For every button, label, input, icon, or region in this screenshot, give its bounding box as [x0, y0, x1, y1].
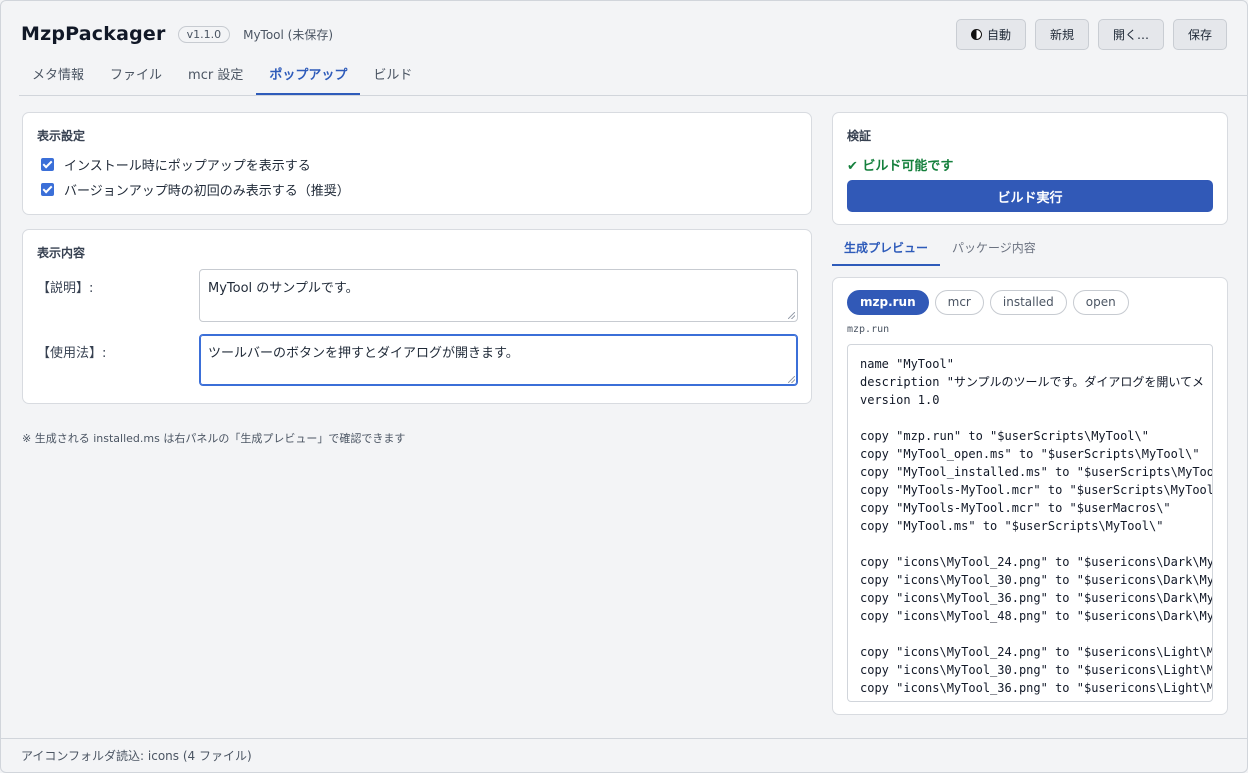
show-on-upgrade-label: バージョンアップ時の初回のみ表示する（推奨）	[64, 184, 350, 199]
usage-value: ツールバーのボタンを押すとダイアログが開きます。	[208, 346, 519, 361]
theme-toggle-label: 自動	[986, 27, 1011, 42]
description-label: 【説明】:	[37, 281, 94, 296]
tabs-divider	[19, 95, 1247, 96]
show-on-install-label: インストール時にポップアップを表示する	[64, 159, 311, 174]
status-bar: アイコンフォルダ読込: icons (4 ファイル)	[1, 738, 1247, 773]
show-on-upgrade-option[interactable]: バージョンアップ時の初回のみ表示する（推奨）	[41, 177, 350, 202]
project-name: MyTool (未保存)	[243, 27, 334, 42]
file-pill-mcr[interactable]: mcr	[934, 290, 984, 315]
display-settings-title: 表示設定	[37, 129, 86, 143]
preview-file-label: mzp.run	[847, 324, 890, 335]
toolbar-actions: 自動 新規 開く… 保存	[955, 18, 1227, 50]
usage-field[interactable]: ツールバーのボタンを押すとダイアログが開きます。	[199, 334, 798, 386]
description-field[interactable]: MyTool のサンプルです。	[199, 269, 798, 322]
validation-title: 検証	[847, 129, 872, 143]
file-pill-open[interactable]: open	[1072, 290, 1129, 315]
validation-card: 検証 ✔ ビルド可能です ビルド実行	[832, 112, 1228, 225]
file-pill-mzp-run[interactable]: mzp.run	[847, 290, 929, 315]
tab-files[interactable]: ファイル	[97, 59, 175, 95]
build-button[interactable]: ビルド実行	[847, 180, 1213, 212]
code-content: name "MyTool" description "サンプルのツールです。ダイ…	[860, 357, 1213, 695]
file-pill-installed[interactable]: installed	[989, 290, 1067, 315]
preview-card: mzp.run mcr installed open mzp.run name …	[832, 277, 1228, 715]
tab-generated-preview[interactable]: 生成プレビュー	[832, 233, 941, 266]
tab-mcr-settings[interactable]: mcr 設定	[175, 59, 256, 95]
tab-build[interactable]: ビルド	[360, 59, 425, 95]
resize-handle[interactable]	[788, 376, 795, 383]
header: MzpPackager v1.1.0 MyTool (未保存) 自動 新規 開く…	[21, 17, 1227, 51]
theme-toggle-button[interactable]: 自動	[955, 18, 1026, 50]
show-on-install-checkbox[interactable]	[41, 158, 54, 171]
installed-note: ※ 生成される installed.ms は右パネルの「生成プレビュー」で確認で…	[22, 432, 406, 445]
tab-popup[interactable]: ポップアップ	[256, 59, 361, 95]
new-button[interactable]: 新規	[1034, 18, 1089, 50]
main-tabs: メタ情報 ファイル mcr 設定 ポップアップ ビルド	[19, 59, 1247, 95]
build-status: ✔ ビルド可能です	[847, 159, 954, 174]
preview-tabs: 生成プレビュー パッケージ内容	[832, 233, 1228, 266]
version-badge: v1.1.0	[177, 25, 231, 43]
show-on-install-option[interactable]: インストール時にポップアップを表示する	[41, 152, 350, 177]
contrast-icon	[970, 28, 982, 40]
display-content-card: 表示内容 【説明】: MyTool のサンプルです。 【使用法】: ツールバーの…	[22, 229, 812, 404]
tab-meta[interactable]: メタ情報	[19, 59, 97, 95]
show-on-upgrade-checkbox[interactable]	[41, 183, 54, 196]
file-selector: mzp.run mcr installed open	[847, 290, 1129, 315]
tab-package-contents[interactable]: パッケージ内容	[940, 233, 1048, 266]
description-value: MyTool のサンプルです。	[208, 281, 359, 296]
open-button[interactable]: 開く…	[1097, 18, 1164, 50]
usage-label: 【使用法】:	[37, 346, 107, 361]
app-window: MzpPackager v1.1.0 MyTool (未保存) 自動 新規 開く…	[0, 0, 1248, 773]
save-button[interactable]: 保存	[1172, 18, 1227, 50]
display-settings-card: 表示設定 インストール時にポップアップを表示する バージョンアップ時の初回のみ表…	[22, 112, 812, 215]
code-preview[interactable]: name "MyTool" description "サンプルのツールです。ダイ…	[847, 344, 1213, 702]
display-content-title: 表示内容	[37, 246, 86, 260]
app-title: MzpPackager	[21, 23, 166, 45]
status-text: アイコンフォルダ読込: icons (4 ファイル)	[21, 749, 252, 763]
resize-handle[interactable]	[788, 312, 795, 319]
